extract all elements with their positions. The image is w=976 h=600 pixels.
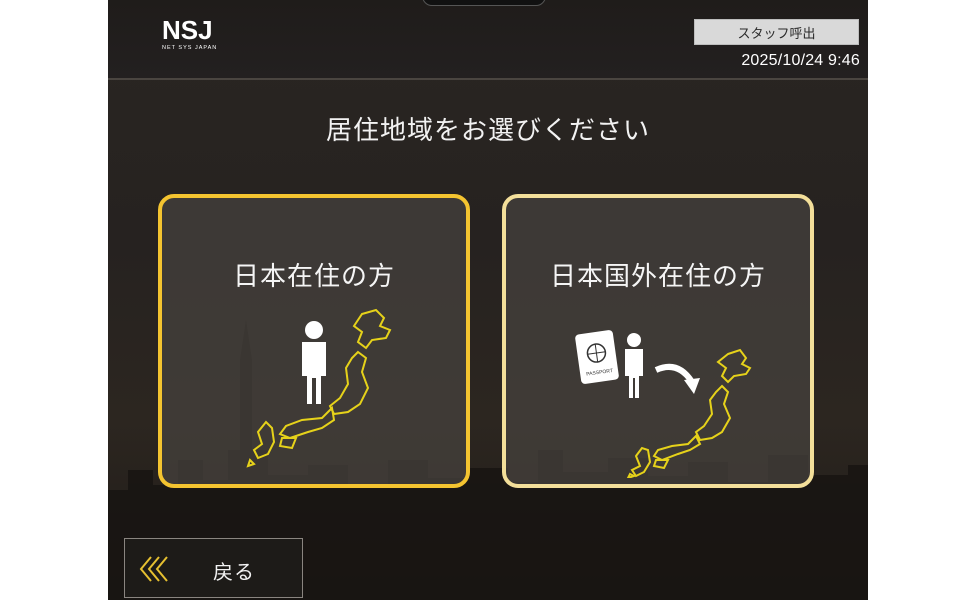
japan-map-icon (626, 348, 752, 478)
datetime-display: 2025/10/24 9:46 (741, 52, 860, 69)
staff-call-button[interactable]: スタッフ呼出 (694, 19, 859, 45)
option-overseas-resident-label: 日本国外在住の方 (549, 262, 766, 292)
nsj-logo: NSJ NET SYS JAPAN (162, 15, 217, 51)
back-button-label: 戻る (213, 560, 255, 584)
passport-travel-illustration: PASSPORT (575, 330, 752, 478)
option-japan-resident-label: 日本在住の方 (232, 262, 395, 292)
logo-text: NSJ (162, 15, 213, 45)
arrow-head-icon (684, 378, 700, 394)
back-button[interactable]: 戻る (124, 538, 303, 598)
person-icon (302, 321, 326, 404)
top-bar: NSJ NET SYS JAPAN スタッフ呼出 2025/10/24 9:46 (108, 0, 868, 80)
page-title: 居住地域をお選びください (325, 116, 650, 146)
option-overseas-resident-button[interactable]: 日本国外在住の方 PASSPORT (502, 194, 814, 488)
double-chevron-left-icon (139, 556, 168, 582)
person-icon (625, 333, 643, 398)
japan-map-person-illustration (246, 308, 392, 468)
top-notch (422, 0, 546, 6)
kiosk-screen: NSJ NET SYS JAPAN スタッフ呼出 2025/10/24 9:46… (108, 0, 868, 600)
option-japan-resident-button[interactable]: 日本在住の方 (158, 194, 470, 488)
passport-icon: PASSPORT (575, 330, 619, 384)
logo-subtext: NET SYS JAPAN (162, 45, 217, 51)
